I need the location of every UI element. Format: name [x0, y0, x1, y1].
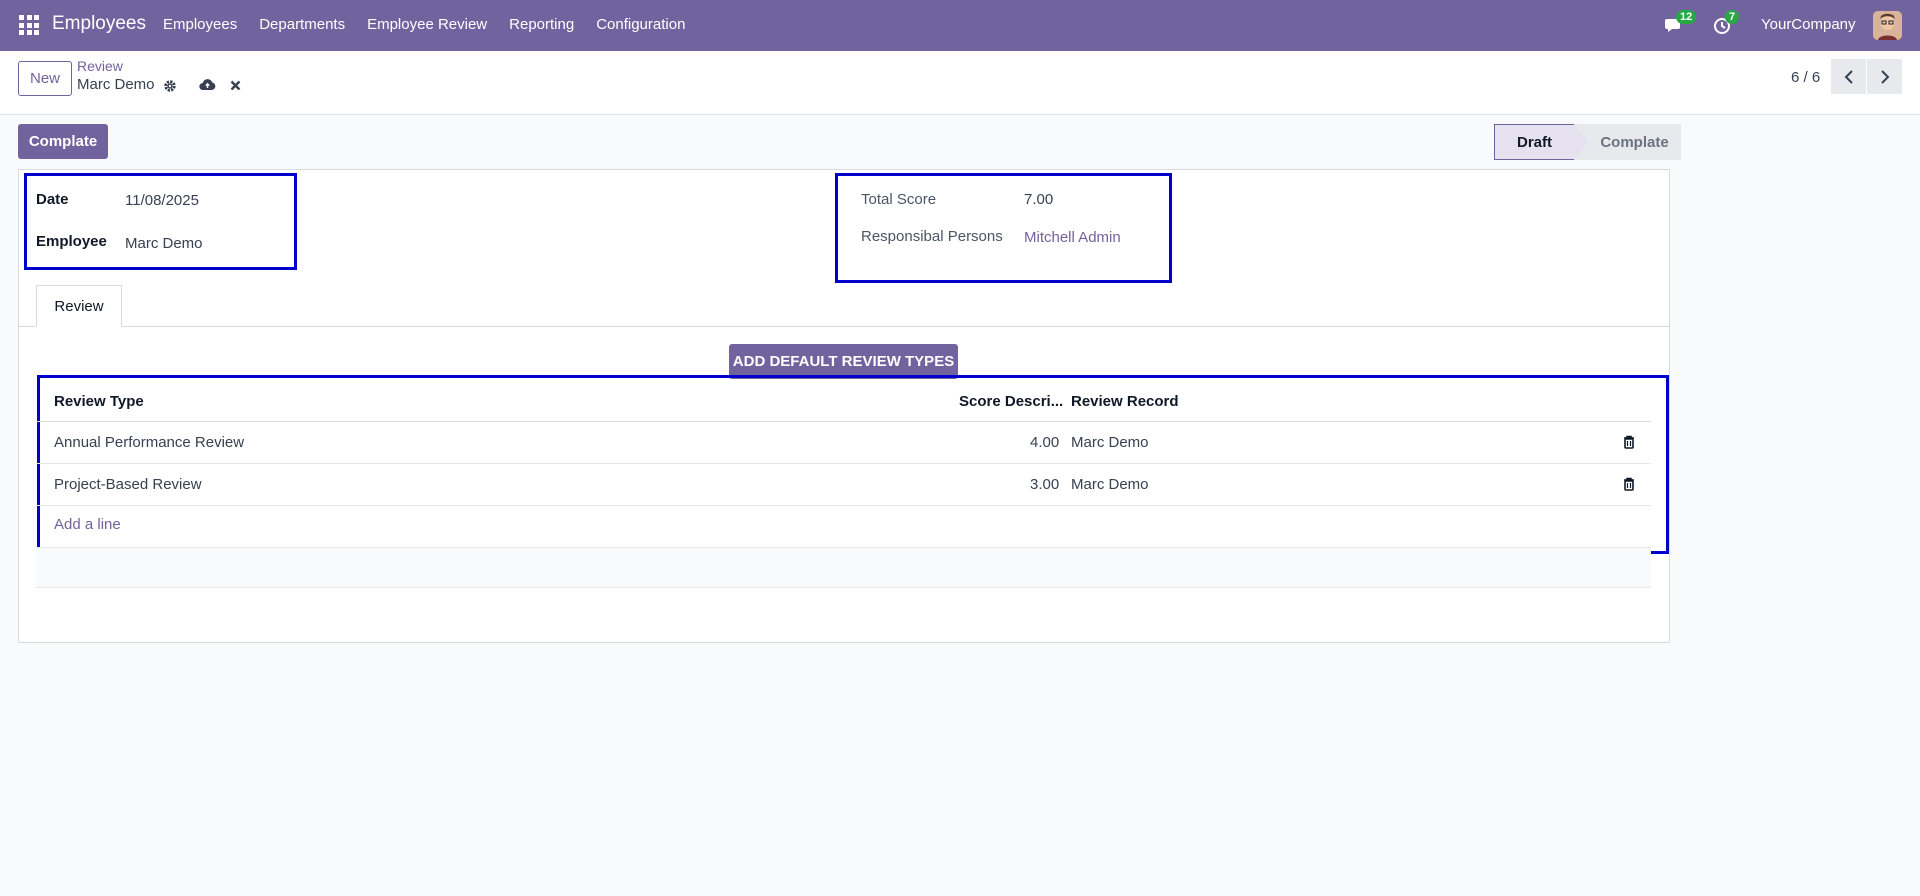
add-a-line-link[interactable]: Add a line [54, 516, 121, 533]
app-title[interactable]: Employees [52, 13, 146, 35]
tab-divider [18, 326, 1670, 327]
menu-item-employees[interactable]: Employees [163, 16, 237, 33]
date-label: Date [36, 191, 69, 208]
control-panel: New Review Marc Demo 6 / 6 [0, 51, 1920, 115]
column-review-record[interactable]: Review Record [1071, 393, 1179, 410]
status-arrow [1574, 124, 1588, 160]
employee-field[interactable]: Marc Demo [125, 235, 203, 252]
gear-icon[interactable] [163, 79, 177, 93]
column-score-description[interactable]: Score Descri... [959, 393, 1063, 410]
cell-score: 3.00 [1030, 476, 1060, 493]
table-row[interactable]: Annual Performance Review 4.00 Marc Demo [36, 422, 1651, 464]
top-navbar: Employees Employees Departments Employee… [0, 0, 1920, 51]
date-field[interactable]: 11/08/2025 [125, 192, 199, 209]
menu-item-configuration[interactable]: Configuration [596, 16, 685, 33]
messages-button[interactable]: 12 [1664, 10, 1697, 36]
highlight-box-left [24, 173, 297, 270]
menu-item-reporting[interactable]: Reporting [509, 16, 574, 33]
cell-review-type: Annual Performance Review [54, 434, 245, 451]
user-avatar[interactable] [1873, 11, 1902, 40]
trash-icon[interactable] [1623, 477, 1635, 491]
discard-icon[interactable] [230, 80, 241, 91]
save-cloud-icon[interactable] [199, 78, 216, 92]
employee-label: Employee [36, 233, 107, 250]
chevron-right-icon [1880, 69, 1889, 84]
column-review-type[interactable]: Review Type [54, 393, 144, 410]
statusbar: Draft Complate [1494, 124, 1681, 160]
cell-review-type: Project-Based Review [54, 476, 202, 493]
complete-button[interactable]: Complate [18, 124, 108, 159]
breadcrumb-parent[interactable]: Review [77, 58, 123, 74]
new-button[interactable]: New [18, 61, 72, 96]
menu-item-employee-review[interactable]: Employee Review [367, 16, 487, 33]
activity-button[interactable]: 7 [1713, 10, 1740, 36]
pager-next-button[interactable] [1867, 59, 1902, 94]
table-row[interactable]: Project-Based Review 3.00 Marc Demo [36, 464, 1651, 506]
activity-badge: 7 [1725, 10, 1740, 24]
avatar-icon [1873, 11, 1902, 40]
empty-table-row [36, 547, 1651, 588]
company-switcher[interactable]: YourCompany [1761, 16, 1856, 33]
messages-badge: 12 [1676, 10, 1697, 24]
review-table-header: Review Type Score Descri... Review Recor… [36, 384, 1651, 422]
status-complete[interactable]: Complate [1574, 124, 1681, 160]
main-menu: Employees Departments Employee Review Re… [163, 16, 707, 33]
cell-review-record: Marc Demo [1071, 434, 1149, 451]
cell-score: 4.00 [1030, 434, 1060, 451]
cell-review-record: Marc Demo [1071, 476, 1149, 493]
menu-item-departments[interactable]: Departments [259, 16, 345, 33]
total-score-label: Total Score [861, 191, 937, 208]
pager-previous-button[interactable] [1831, 59, 1866, 94]
responsible-persons-label: Responsibal Persons [861, 228, 1003, 245]
tab-review[interactable]: Review [36, 285, 122, 327]
trash-icon[interactable] [1623, 435, 1635, 449]
chevron-left-icon [1844, 69, 1853, 84]
total-score-value: 7.00 [1024, 191, 1054, 208]
breadcrumb-current: Marc Demo [77, 76, 155, 93]
status-draft[interactable]: Draft [1494, 124, 1574, 160]
pager-value[interactable]: 6 / 6 [1791, 69, 1820, 86]
responsible-persons-link[interactable]: Mitchell Admin [1024, 229, 1121, 246]
add-default-review-types-button[interactable]: ADD DEFAULT REVIEW TYPES [729, 344, 958, 379]
app-menu-icon[interactable] [19, 15, 39, 35]
